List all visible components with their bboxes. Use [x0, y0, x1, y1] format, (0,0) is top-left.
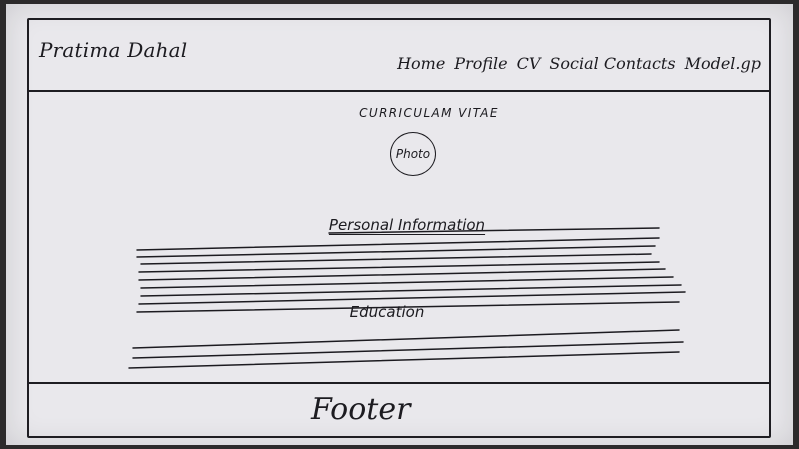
cv-title: CURRICULAM VITAE: [359, 106, 499, 120]
personal-info-line: [136, 245, 656, 258]
education-line: [132, 341, 684, 359]
personal-info-line: [138, 268, 666, 281]
footer: Footer: [29, 382, 769, 436]
wireframe-page: Pratima Dahal Home Profile CV Social Con…: [27, 18, 771, 438]
photo-placeholder: Photo: [390, 132, 436, 176]
personal-info-line: [138, 261, 660, 273]
personal-info-line: [140, 276, 674, 289]
nav-social-contacts[interactable]: Social Contacts: [549, 54, 675, 73]
sketch-paper: Pratima Dahal Home Profile CV Social Con…: [6, 4, 793, 445]
nav-profile[interactable]: Profile: [454, 54, 507, 73]
footer-label: Footer: [311, 392, 411, 427]
education-line: [132, 329, 680, 349]
nav-cv[interactable]: CV: [517, 54, 541, 73]
personal-info-line: [140, 284, 682, 297]
personal-information-heading: Personal Information: [328, 216, 486, 234]
main-nav: Home Profile CV Social Contacts Model.gp: [397, 54, 761, 73]
education-heading: Education: [349, 303, 425, 321]
header: Pratima Dahal Home Profile CV Social Con…: [29, 20, 769, 92]
nav-model-gp[interactable]: Model.gp: [685, 54, 761, 73]
personal-info-line: [136, 237, 660, 251]
nav-home[interactable]: Home: [397, 54, 445, 73]
site-title: Pratima Dahal: [39, 38, 188, 62]
education-line: [128, 351, 680, 369]
photo-label: Photo: [395, 147, 431, 161]
personal-info-line: [140, 253, 652, 265]
main-content: CURRICULAM VITAE Photo Personal Informat…: [29, 92, 769, 384]
